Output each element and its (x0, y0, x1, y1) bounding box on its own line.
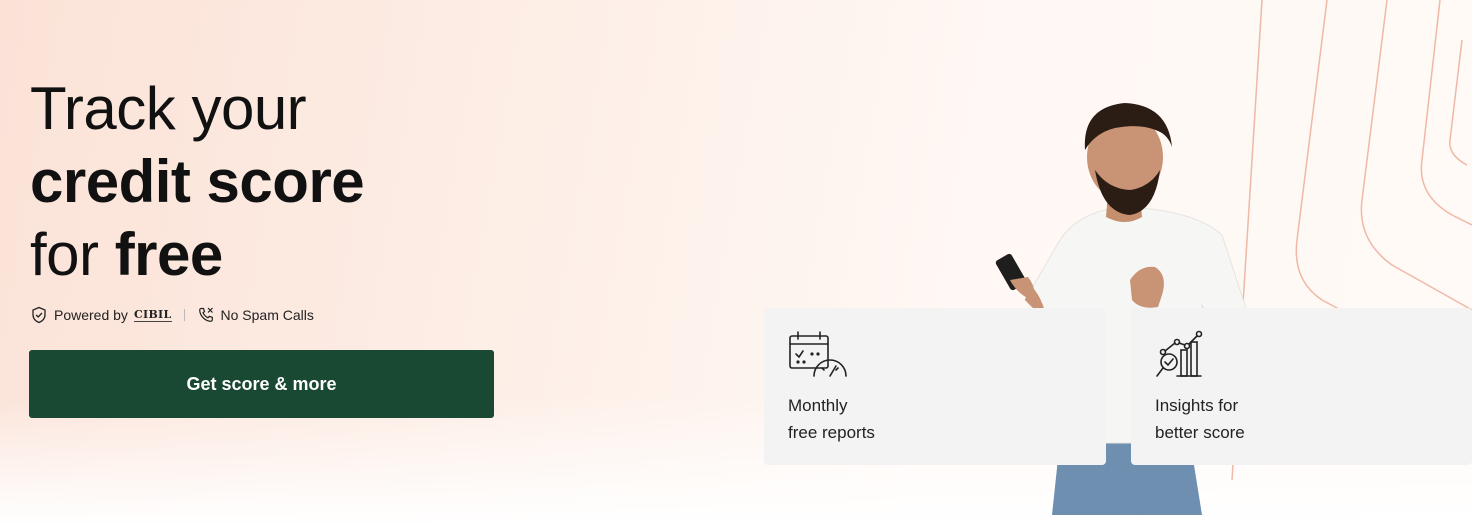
headline-line-2: credit score (30, 148, 365, 215)
headline-line-1: Track your (30, 75, 307, 142)
feature-line-2: free reports (788, 423, 875, 442)
trust-row: Powered by CIBIL No Spam Calls (30, 306, 314, 324)
feature-line-2: better score (1155, 423, 1245, 442)
calendar-gauge-icon (788, 330, 848, 378)
feature-line-1: Insights for (1155, 396, 1239, 415)
feature-card-insights: Insights for better score (1131, 308, 1472, 465)
feature-text: Insights for better score (1155, 392, 1245, 446)
chart-magnifier-icon (1155, 330, 1215, 378)
divider (183, 309, 185, 321)
feature-text: Monthly free reports (788, 392, 875, 446)
shield-check-icon (30, 306, 48, 324)
cibil-logo: CIBIL (133, 307, 172, 322)
feature-card-monthly-reports: Monthly free reports (764, 308, 1106, 465)
powered-by-label: Powered by (54, 307, 128, 323)
headline-free: free (114, 221, 224, 288)
feature-line-1: Monthly (788, 396, 848, 415)
no-spam-label: No Spam Calls (220, 307, 314, 323)
phone-blocked-icon (197, 306, 215, 324)
headline-line-3: for free (30, 218, 364, 291)
get-score-button[interactable]: Get score & more (29, 350, 494, 418)
headline-for: for (30, 221, 99, 288)
headline: Track your credit score for free (30, 72, 365, 291)
